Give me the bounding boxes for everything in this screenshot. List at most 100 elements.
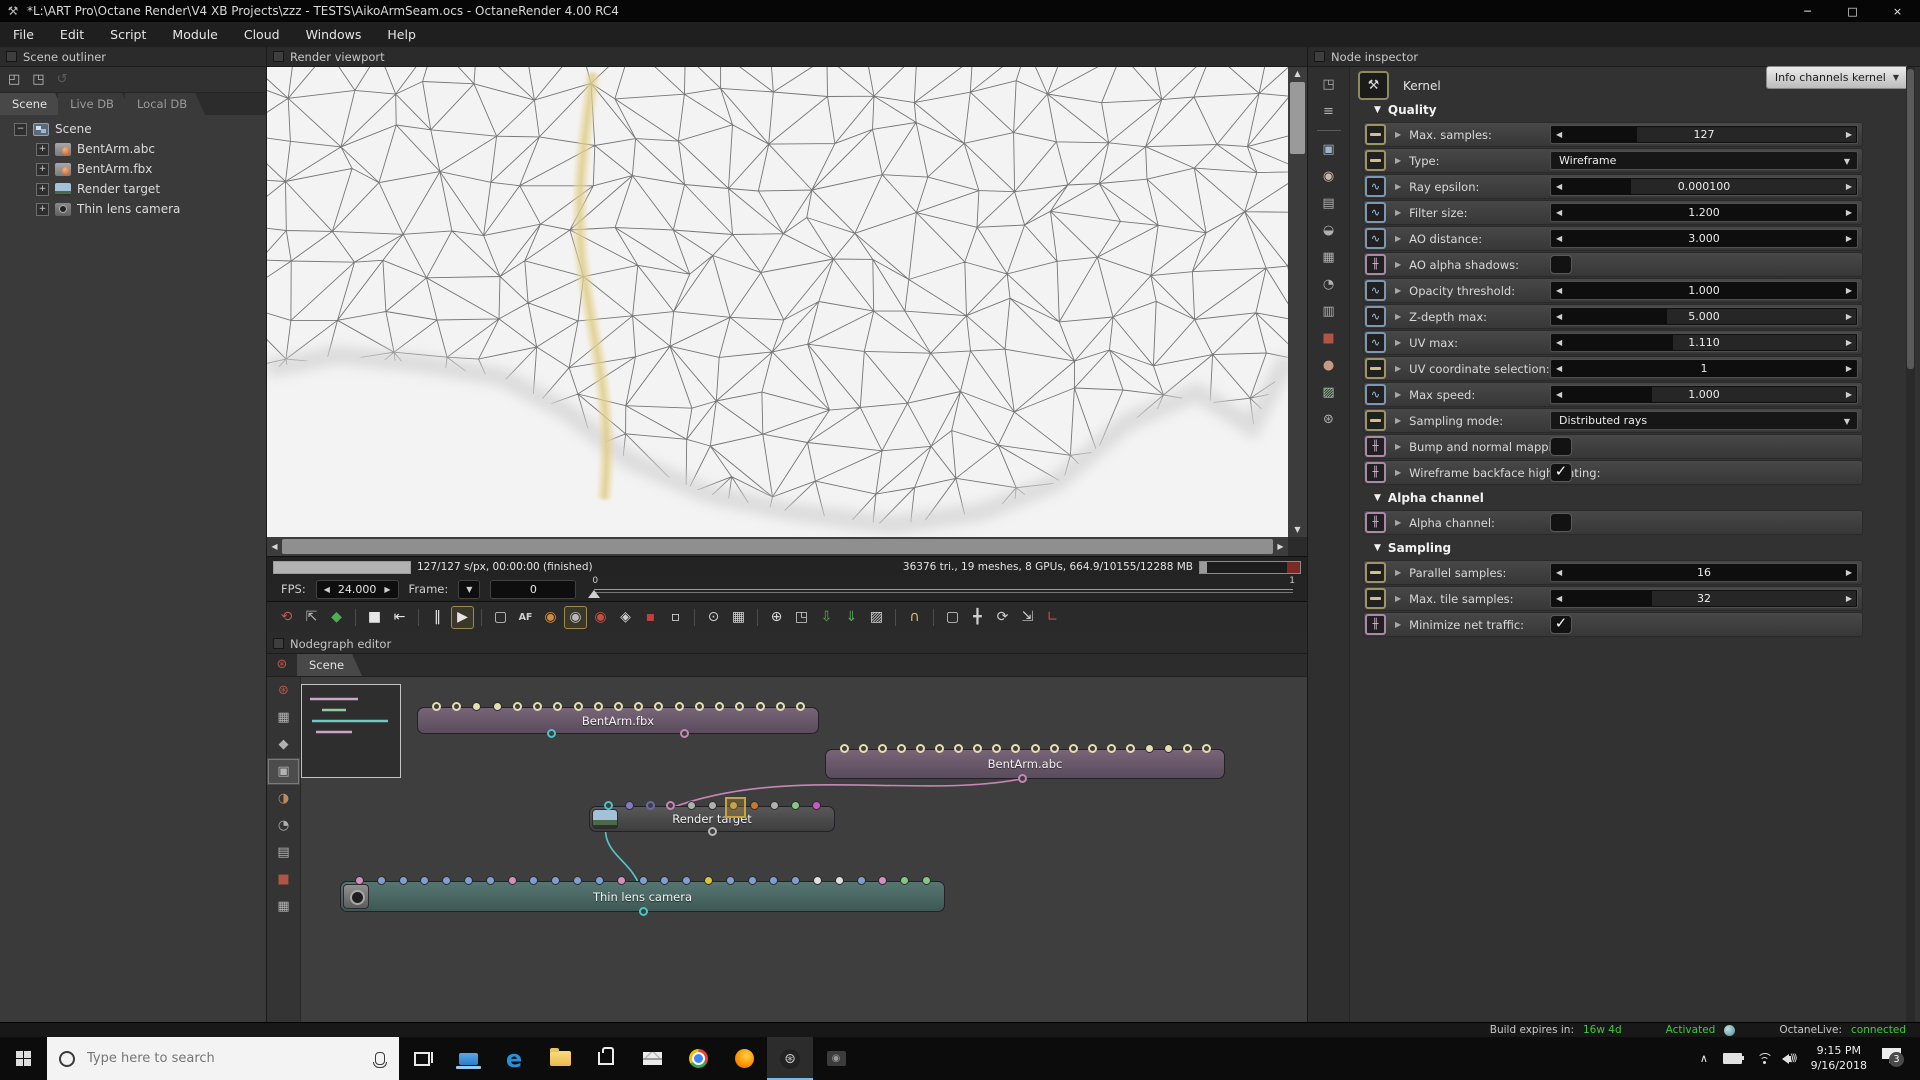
tray-chevron-up-icon[interactable]: ∧ (1700, 1052, 1708, 1065)
slider-decrement-icon[interactable]: ◀ (1556, 204, 1562, 221)
tree-expander-icon[interactable]: + (36, 143, 49, 156)
table-nodes-icon[interactable]: ▦ (267, 893, 300, 920)
animation-category-icon[interactable]: ▥ (1308, 298, 1349, 325)
layers-category-icon[interactable]: ▦ (1308, 244, 1349, 271)
tree-item-label[interactable]: Thin lens camera (77, 202, 180, 216)
node-pin[interactable] (675, 702, 684, 711)
microphone-icon[interactable] (375, 1052, 385, 1065)
node-pin[interactable] (399, 876, 408, 885)
param-expander-icon[interactable]: ▶ (1395, 416, 1401, 425)
frame-mode-dropdown[interactable]: ▼ (458, 580, 480, 599)
param-expander-icon[interactable]: ▶ (1395, 312, 1401, 321)
nodegraph-canvas[interactable]: ⊛▦◆▣◑◔▤■▦ BentArm.fbxBentArm.abcRender t… (267, 676, 1307, 1023)
tab-live-db[interactable]: Live DB (58, 93, 132, 115)
node-pin[interactable] (1069, 744, 1078, 753)
node-pin[interactable] (813, 876, 822, 885)
object-pick-icon[interactable]: ◈ (614, 606, 637, 629)
node-pin[interactable] (594, 702, 603, 711)
frame-dropdown-icon[interactable]: ▼ (466, 585, 472, 594)
param-value[interactable]: 5.000 (1551, 308, 1857, 325)
tree-expander-icon[interactable]: + (36, 163, 49, 176)
slider-increment-icon[interactable]: ▶ (1846, 386, 1852, 403)
slider-decrement-icon[interactable]: ◀ (1556, 308, 1562, 325)
lock-resolution-icon[interactable]: ∩ (903, 606, 926, 629)
material-nodes-icon[interactable]: ◑ (267, 785, 300, 812)
maximize-button[interactable]: □ (1830, 0, 1875, 22)
nodegraph-tab-scene[interactable]: Scene (297, 654, 362, 676)
battery-icon[interactable] (1723, 1053, 1742, 1064)
expand-panels-icon[interactable]: ≡ (1308, 98, 1349, 125)
slider-decrement-icon[interactable]: ◀ (1556, 334, 1562, 351)
tree-item-label[interactable]: Render target (77, 182, 160, 196)
param-expander-icon[interactable]: ▶ (1395, 234, 1401, 243)
param-value[interactable]: 16 (1551, 564, 1857, 581)
scroll-down-icon[interactable]: ▼ (1288, 523, 1307, 537)
scroll-right-icon[interactable]: ▶ (1273, 537, 1288, 556)
file-explorer-icon[interactable] (537, 1037, 583, 1080)
node-pin[interactable] (1202, 744, 1211, 753)
slider-decrement-icon[interactable]: ◀ (1556, 564, 1562, 581)
param-dropdown[interactable]: Distributed rays▼ (1550, 411, 1858, 430)
nodegraph-home-icon[interactable]: ⊛ (267, 654, 297, 676)
node-pin[interactable] (776, 702, 785, 711)
param-slider[interactable]: ◀▶1 (1550, 359, 1858, 378)
frame-value-field[interactable]: 0 (490, 580, 576, 599)
slider-decrement-icon[interactable]: ◀ (1556, 126, 1562, 143)
param-dropdown[interactable]: Wireframe▼ (1550, 151, 1858, 170)
param-expander-icon[interactable]: ▶ (1395, 518, 1401, 527)
slider-increment-icon[interactable]: ▶ (1846, 360, 1852, 377)
collapse-tree-icon[interactable]: ◰ (8, 72, 20, 87)
node-pin[interactable] (756, 702, 765, 711)
geometry-nodes-icon[interactable]: ■ (267, 866, 300, 893)
slider-decrement-icon[interactable]: ◀ (1556, 590, 1562, 607)
section-header-alpha-channel[interactable]: ▼Alpha channel (1363, 488, 1863, 508)
defender-icon[interactable] (445, 1037, 491, 1080)
fps-increment-icon[interactable]: ▶ (384, 585, 390, 594)
tree-item-render-target[interactable]: +Render target (0, 179, 266, 199)
param-expander-icon[interactable]: ▶ (1395, 620, 1401, 629)
node-pin[interactable] (377, 876, 386, 885)
param-value[interactable]: 32 (1551, 590, 1857, 607)
node-render-target[interactable]: Render target (589, 806, 835, 832)
node-pin[interactable] (639, 876, 648, 885)
slider-increment-icon[interactable]: ▶ (1846, 334, 1852, 351)
node-pin[interactable] (835, 876, 844, 885)
param-expander-icon[interactable]: ▶ (1395, 442, 1401, 451)
camera-gizmo-icon[interactable]: ▢ (941, 606, 964, 629)
inspector-scroll-thumb[interactable] (1907, 69, 1914, 369)
speaker-icon[interactable]: ))) (1788, 1053, 1796, 1064)
image-category-icon[interactable]: ▣ (1308, 136, 1349, 163)
node-pin[interactable] (1018, 774, 1027, 783)
param-slider[interactable]: ◀▶1.200 (1550, 203, 1858, 222)
slider-decrement-icon[interactable]: ◀ (1556, 386, 1562, 403)
node-pin[interactable] (922, 876, 931, 885)
play-render-icon[interactable]: ▶ (451, 606, 474, 629)
node-pin[interactable] (812, 801, 821, 810)
param-value[interactable]: 1.200 (1551, 204, 1857, 221)
start-button[interactable] (0, 1037, 47, 1080)
slider-decrement-icon[interactable]: ◀ (1556, 282, 1562, 299)
frame-value[interactable]: 0 (530, 583, 537, 596)
node-pin[interactable] (1145, 744, 1154, 753)
param-expander-icon[interactable]: ▶ (1395, 208, 1401, 217)
minimize-button[interactable]: ─ (1785, 0, 1830, 22)
param-checkbox[interactable] (1550, 437, 1572, 456)
section-collapse-icon[interactable]: ▼ (1374, 543, 1381, 553)
grid-snap-icon[interactable]: ▦ (267, 704, 300, 731)
param-value[interactable]: 1.000 (1551, 282, 1857, 299)
param-expander-icon[interactable]: ▶ (1395, 594, 1401, 603)
node-pin[interactable] (574, 702, 583, 711)
favorites-icon[interactable]: ◆ (267, 731, 300, 758)
param-slider[interactable]: ◀▶32 (1550, 589, 1858, 608)
menu-windows[interactable]: Windows (293, 22, 375, 47)
taskbar-clock[interactable]: 9:15 PM 9/16/2018 (1811, 1044, 1867, 1074)
slider-decrement-icon[interactable]: ◀ (1556, 178, 1562, 195)
param-expander-icon[interactable]: ▶ (1395, 390, 1401, 399)
task-view-icon[interactable] (399, 1037, 445, 1080)
node-pin[interactable] (639, 907, 648, 916)
viewer-icon[interactable]: ◉ (813, 1037, 859, 1080)
pause-render-icon[interactable]: ‖ (426, 606, 449, 629)
param-slider[interactable]: ◀▶0.000100 (1550, 177, 1858, 196)
film-category-icon[interactable]: ▤ (1308, 190, 1349, 217)
node-pin[interactable] (729, 801, 738, 810)
